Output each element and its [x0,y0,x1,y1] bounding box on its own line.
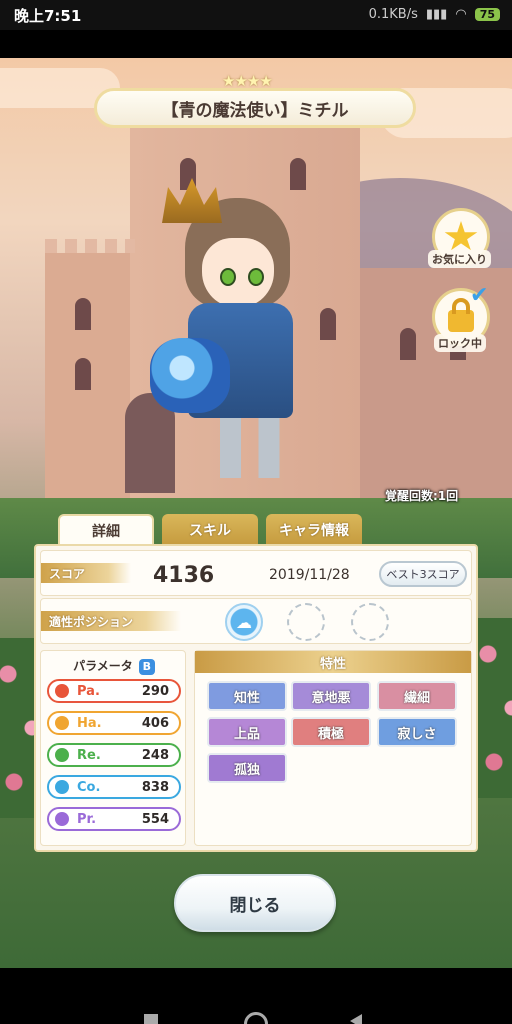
param-value: 554 [141,812,169,827]
star-icon [444,221,478,251]
card-title-banner: 【青の魔法使い】ミチル [94,88,416,128]
cloud-icon: ☁ [236,612,252,632]
clover-icon [55,748,69,762]
param-happy: Ha. 406 [47,711,181,735]
parameters-title-text: パラメータ [73,659,133,673]
tab-label: 詳細 [92,524,120,540]
character-eye [220,268,236,286]
position-slot-filled: ☁ [225,603,263,641]
back-icon[interactable] [350,1014,362,1024]
param-name: Re. [77,748,101,763]
status-time: 晚上7:51 [14,7,82,25]
trait-badge: 知性 [207,681,287,711]
close-button-label: 閉じる [229,895,281,916]
position-slot-empty [351,603,389,641]
character-illustration [150,178,325,478]
param-pride: Pr. 554 [47,807,181,831]
tab-label: スキル [189,523,231,539]
lock-icon [448,298,474,332]
network-speed: 0.1KB/s [368,7,418,22]
crown-icon [162,178,222,223]
status-indicators: 0.1KB/s ▮▮▮ ◠ 75 [369,7,500,22]
param-name: Pa. [77,684,100,699]
parameters-box: パラメータ B Pa. 290 Ha. 406 Re. 248 Co. 838 P… [40,650,186,846]
detail-panel: スコア 4136 2019/11/28 ベスト3スコア 適性ポジション ☁ パラ… [34,544,478,852]
castle-window [400,328,416,360]
battery-icon: 75 [474,8,500,21]
wifi-icon: ◠ [455,7,467,22]
best3-label: ベスト3スコア [386,568,460,581]
close-button[interactable]: 閉じる [174,874,336,932]
best3-score-button[interactable]: ベスト3スコア [379,561,467,587]
diamond-icon [55,812,69,826]
param-value: 248 [141,748,169,763]
trait-badge: 上品 [207,717,287,747]
param-name: Co. [77,780,101,795]
score-date: 2019/11/28 [269,567,350,583]
tab-character-info[interactable]: キャラ情報 [266,514,362,546]
tab-details[interactable]: 詳細 [58,514,154,546]
score-row: スコア 4136 2019/11/28 ベスト3スコア [40,550,472,596]
param-value: 290 [141,684,169,699]
character-legs [220,418,290,478]
recent-apps-icon[interactable] [144,1014,158,1024]
trait-badge: 意地悪 [291,681,371,711]
wave-icon [55,780,69,794]
favorite-label: お気に入り [428,250,491,268]
tab-label: キャラ情報 [279,523,349,539]
tab-skill[interactable]: スキル [162,514,258,546]
awaken-count: 覚醒回数:1回 [385,489,459,503]
sun-icon [55,716,69,730]
flame-icon [55,684,69,698]
traits-box: 特性 知性 意地悪 繊細 上品 積極 寂しさ 孤独 [194,650,472,846]
score-value: 4136 [153,563,215,588]
param-relax: Re. 248 [47,743,181,767]
home-icon[interactable] [244,1012,268,1024]
parameters-title: パラメータ B [41,657,187,675]
crystal-bottle-icon [150,338,230,413]
status-bar: 晚上7:51 0.1KB/s ▮▮▮ ◠ 75 [0,0,512,30]
param-name: Pr. [77,812,97,827]
trait-badge: 積極 [291,717,371,747]
card-title: 【青の魔法使い】ミチル [161,100,349,121]
lock-label: ロック中 [434,334,486,352]
checkmark-icon: ✔ [470,283,489,308]
score-label: スコア [41,563,131,583]
traits-title: 特性 [195,651,471,673]
param-value: 406 [141,716,169,731]
position-label: 適性ポジション [41,611,181,631]
castle-battlement [45,239,135,253]
param-name: Ha. [77,716,102,731]
system-nav-bar [0,968,512,1024]
castle-window [75,358,91,390]
param-cool: Co. 838 [47,775,181,799]
param-passion: Pa. 290 [47,679,181,703]
trait-badge: 繊細 [377,681,457,711]
trait-badge: 孤独 [207,753,287,783]
position-slot-empty [287,603,325,641]
param-value: 838 [141,780,169,795]
signal-icon: ▮▮▮ [425,7,448,22]
character-eye [248,268,264,286]
position-row: 適性ポジション ☁ [40,598,472,644]
castle-window [75,298,91,330]
trait-badge: 寂しさ [377,717,457,747]
rank-badge: B [138,659,155,675]
